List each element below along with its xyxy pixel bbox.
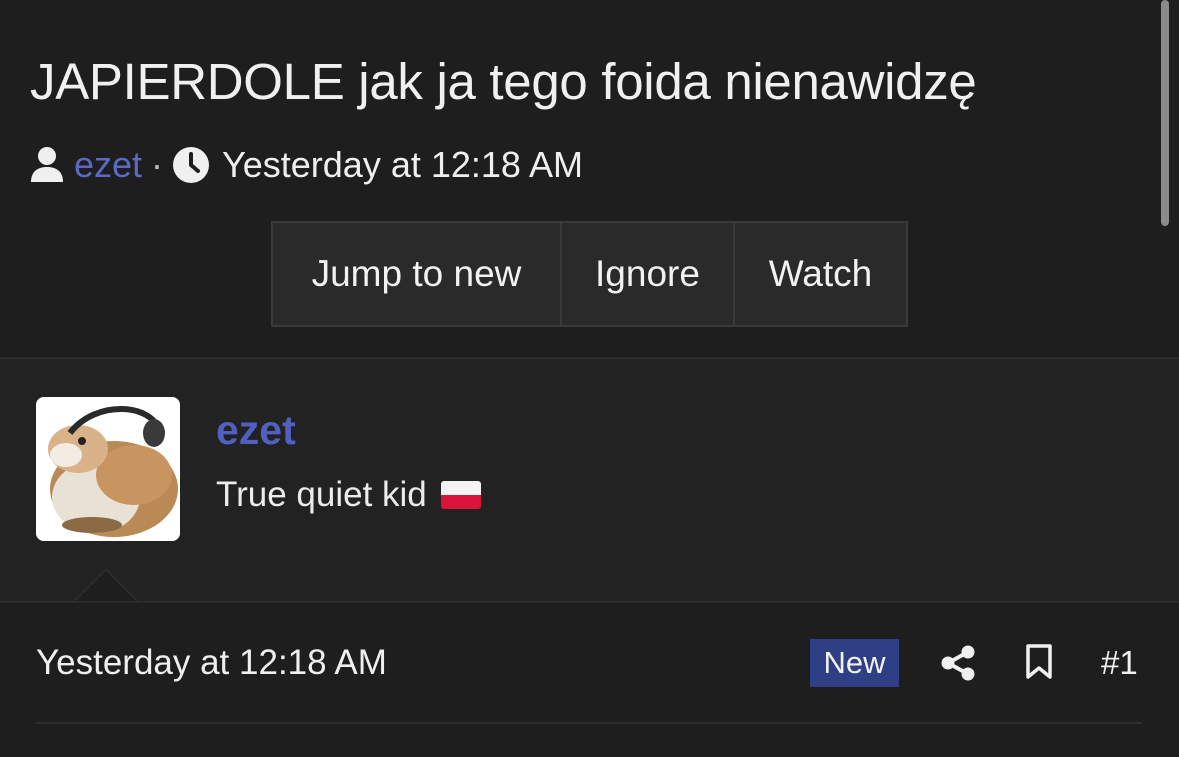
thread-page: JAPIERDOLE jak ja tego foida nienawidzę … [0,0,1179,757]
user-title: True quiet kid [216,475,481,515]
jump-to-new-button[interactable]: Jump to new [273,223,562,325]
post-username-link[interactable]: ezet [216,407,296,454]
new-badge: New [810,639,899,687]
post-number-link[interactable]: #1 [1101,644,1138,682]
bookmark-icon[interactable] [1025,644,1053,680]
poland-flag-icon [440,481,481,509]
ignore-button[interactable]: Ignore [562,223,735,325]
clock-icon [173,147,210,183]
scrollbar[interactable] [1161,0,1169,226]
divider [36,722,1142,724]
message-arrow-fill [74,571,138,603]
user-icon [31,147,63,182]
avatar[interactable] [36,397,180,541]
divider [0,601,1179,603]
watch-button[interactable]: Watch [735,223,906,325]
thread-meta: ezet · Yesterday at 12:18 AM [30,140,583,190]
share-icon[interactable] [940,645,976,681]
post-date-link[interactable]: Yesterday at 12:18 AM [36,643,387,683]
hamster-avatar-image [36,397,180,541]
thread-actions: Jump to new Ignore Watch [271,221,908,327]
thread-author-link[interactable]: ezet [74,144,142,186]
thread-date[interactable]: Yesterday at 12:18 AM [222,144,583,186]
user-title-text: True quiet kid [216,475,427,514]
post-author-block: ezet True quiet kid [0,359,1179,601]
meta-separator: · [151,144,164,185]
thread-title: JAPIERDOLE jak ja tego foida nienawidzę [30,53,977,110]
